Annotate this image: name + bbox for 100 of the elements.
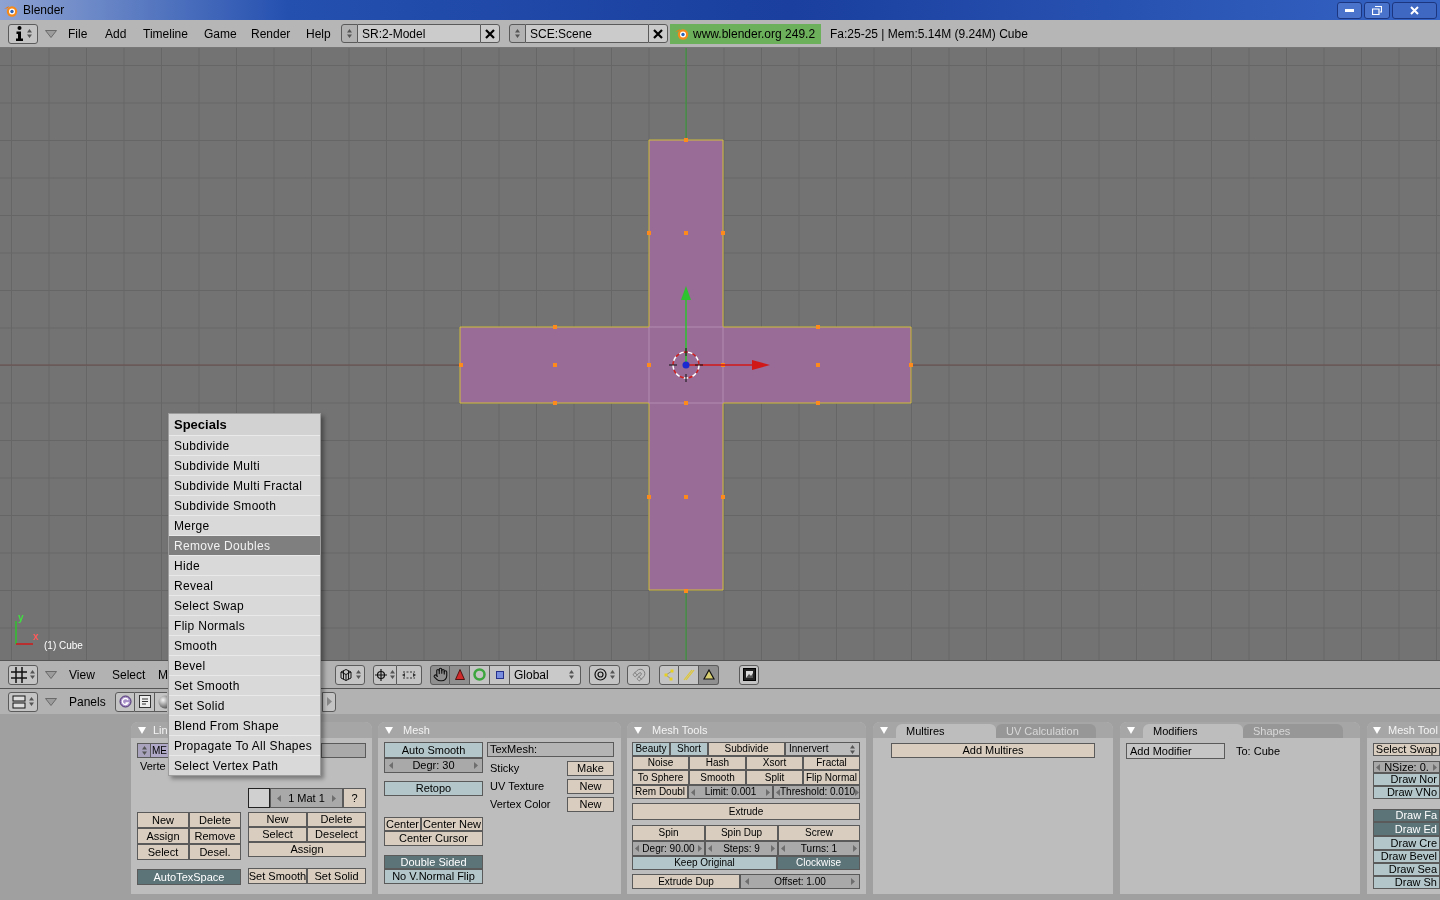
button[interactable]: New (567, 797, 614, 812)
align-button[interactable] (397, 664, 422, 685)
toggle-button[interactable]: Auto Smooth (384, 742, 483, 758)
button[interactable]: Desel. (189, 844, 241, 860)
toggle-button[interactable]: Short (670, 742, 708, 756)
toggle-button[interactable]: Keep Original (632, 856, 777, 870)
pivot-button[interactable] (373, 664, 397, 685)
button[interactable]: Select (137, 844, 189, 860)
snap-button[interactable] (627, 664, 650, 685)
number-field[interactable]: Turns: 1 (778, 841, 860, 856)
toggle-button[interactable]: Beauty (632, 742, 670, 756)
menu-item[interactable]: Hide (169, 555, 320, 575)
browse-button[interactable] (341, 24, 358, 43)
menu-item[interactable]: Help (306, 27, 341, 40)
menu-item[interactable]: Flip Normals (169, 615, 320, 635)
toggle-button[interactable]: Draw Sh (1373, 876, 1440, 889)
menu-item[interactable]: Subdivide Multi Fractal (169, 475, 320, 495)
render-button[interactable] (739, 664, 759, 685)
menu-item[interactable]: Propagate To All Shapes (169, 735, 320, 755)
menu-item[interactable]: Set Solid (169, 695, 320, 715)
toggle-button[interactable]: Draw VNo (1373, 786, 1440, 799)
button[interactable]: Rem Doubl (632, 785, 688, 799)
menu-item[interactable]: Smooth (169, 635, 320, 655)
menu-item[interactable]: Remove Doubles (169, 535, 320, 555)
minimize-button[interactable] (1337, 1, 1362, 19)
menu-item[interactable]: Game (204, 27, 251, 40)
button[interactable]: Screw (778, 825, 860, 841)
toggle-button[interactable]: Double Sided (384, 855, 483, 869)
button[interactable]: Noise (632, 756, 689, 770)
button[interactable]: Spin Dup (705, 825, 778, 841)
toggle-button[interactable]: Clockwise (777, 856, 860, 870)
context-button[interactable] (135, 691, 155, 712)
texmesh-field[interactable]: TexMesh: (487, 742, 614, 757)
menu-item[interactable]: Blend From Shape (169, 715, 320, 735)
menu-item[interactable]: Subdivide (169, 435, 320, 455)
screen-field[interactable]: SR:2-Model (358, 24, 480, 43)
button[interactable]: To Sphere (632, 770, 689, 785)
button[interactable]: Delete (307, 812, 366, 827)
toggle-button[interactable]: Draw Ed (1373, 822, 1440, 836)
threshold-field[interactable]: Threshold: 0.010 (773, 785, 860, 799)
button[interactable]: Center Cursor (384, 831, 483, 846)
menu-item[interactable]: Reveal (169, 575, 320, 595)
transform-toggle[interactable] (450, 664, 470, 685)
button[interactable]: Split (746, 770, 803, 785)
button[interactable]: Spin (632, 825, 705, 841)
menu-item[interactable]: View (69, 668, 112, 681)
menu-item[interactable]: Select Swap (169, 595, 320, 615)
browse-button[interactable] (137, 743, 151, 758)
button[interactable]: Deselect (307, 827, 366, 842)
normal-size-field[interactable]: NSize: 0. (1373, 761, 1440, 773)
panel-tab[interactable]: Multires (896, 724, 996, 738)
button[interactable]: Set Solid (307, 868, 366, 884)
number-field[interactable]: Steps: 9 (705, 841, 778, 856)
button[interactable]: Xsort (746, 756, 803, 770)
editor-type-button[interactable] (8, 664, 38, 685)
button[interactable]: Center (384, 817, 421, 831)
button[interactable]: Extrude Dup (632, 874, 740, 889)
toggle-button[interactable]: Draw Cre (1373, 836, 1440, 850)
button[interactable]: Subdivide (708, 742, 785, 756)
button[interactable]: Select (248, 827, 307, 842)
transform-toggle[interactable] (470, 664, 490, 685)
toggle-button[interactable]: Draw Nor (1373, 773, 1440, 786)
context-button[interactable] (115, 691, 135, 712)
transform-toggle[interactable] (430, 664, 450, 685)
menu-item[interactable]: File (68, 27, 105, 40)
button[interactable]: New (248, 812, 307, 827)
subdivide-dropdown[interactable]: Innervert (785, 742, 860, 756)
context-button[interactable] (155, 691, 167, 712)
menu-item[interactable]: Set Smooth (169, 675, 320, 695)
delete-button[interactable] (648, 24, 668, 43)
menu-item[interactable]: Subdivide Smooth (169, 495, 320, 515)
menu-item[interactable]: Subdivide Multi (169, 455, 320, 475)
orientation-dropdown[interactable]: Global (510, 664, 581, 685)
editor-type-button[interactable] (8, 23, 38, 44)
scroll-right-button[interactable] (322, 691, 336, 712)
button[interactable]: New (567, 779, 614, 794)
draw-type-button[interactable] (335, 664, 365, 685)
button[interactable]: New (137, 812, 189, 828)
button[interactable]: Remove (189, 828, 241, 844)
limit-field[interactable]: Limit: 0.001 (688, 785, 773, 799)
down-triangle-icon[interactable] (45, 697, 57, 706)
menu-item[interactable]: Select (112, 668, 158, 681)
material-index-field[interactable]: 1 Mat 1 (270, 788, 343, 808)
button[interactable]: Assign (248, 842, 366, 857)
browse-button[interactable] (509, 24, 526, 43)
toggle-button[interactable]: No V.Normal Flip (384, 869, 483, 884)
degree-field[interactable]: Degr: 30 (384, 758, 483, 773)
toggle-button[interactable]: Draw Bevel (1373, 850, 1440, 863)
menu-item[interactable]: Timeline (143, 27, 204, 40)
down-triangle-icon[interactable] (45, 29, 57, 38)
button[interactable]: Center New (421, 817, 483, 831)
button[interactable]: Flip Normal (803, 770, 860, 785)
transform-toggle[interactable] (490, 664, 510, 685)
name-field[interactable] (321, 743, 366, 758)
number-field[interactable]: Degr: 90.00 (632, 841, 705, 856)
select-mode-toggle[interactable] (699, 664, 719, 685)
button[interactable]: Delete (189, 812, 241, 828)
button[interactable]: Set Smooth (248, 868, 307, 884)
toggle-button[interactable]: Draw Sea (1373, 863, 1440, 876)
toggle-button[interactable]: AutoTexSpace (137, 869, 241, 885)
